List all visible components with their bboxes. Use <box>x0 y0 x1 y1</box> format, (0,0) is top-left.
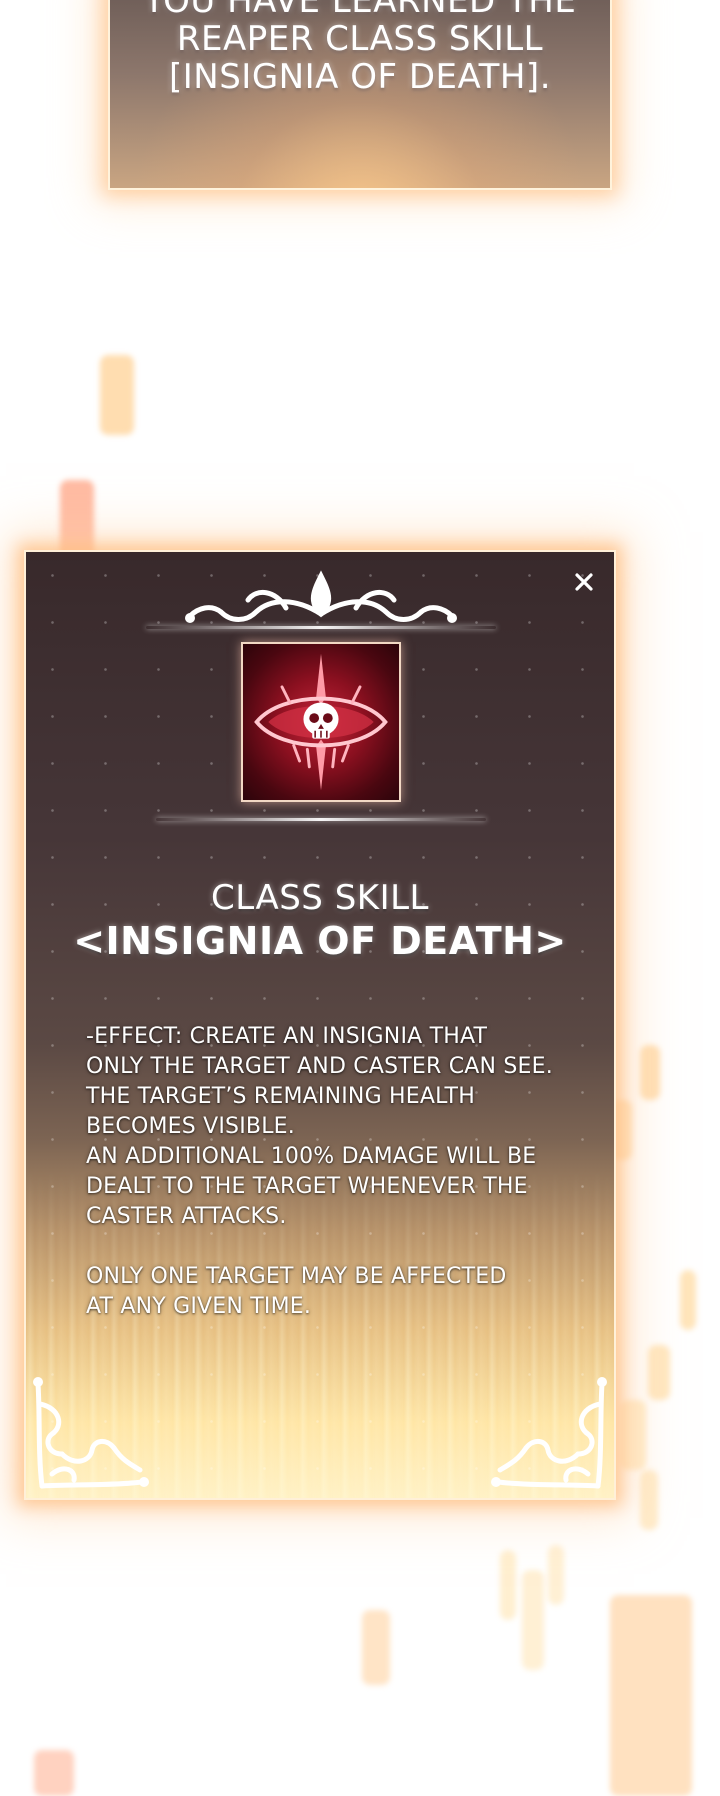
notification-line: [INSIGNIA OF DEATH]. <box>168 57 552 97</box>
close-button[interactable] <box>572 570 596 594</box>
description-line: AN ADDITIONAL 100% DAMAGE WILL BE <box>86 1144 537 1169</box>
glow-particle <box>100 355 134 435</box>
skill-description: -EFFECT: CREATE AN INSIGNIA THAT ONLY TH… <box>86 1022 554 1322</box>
bottom-divider <box>156 818 486 821</box>
top-divider <box>146 626 496 629</box>
corner-ornament-icon <box>33 1377 149 1489</box>
skill-learned-notification: YOU HAVE LEARNED THE REAPER CLASS SKILL … <box>108 0 612 190</box>
skill-name: <INSIGNIA OF DEATH> <box>73 919 567 963</box>
notification-line: REAPER CLASS SKILL <box>176 19 544 59</box>
skill-heading: CLASS SKILL <INSIGNIA OF DEATH> <box>26 877 614 963</box>
description-spacer <box>86 1232 554 1262</box>
glow-particle <box>640 1045 660 1100</box>
description-line: THE TARGET’S REMAINING HEALTH <box>86 1084 475 1109</box>
glow-particle <box>648 1345 670 1400</box>
glow-particle <box>610 1595 692 1796</box>
glow-particle <box>680 1270 696 1330</box>
description-line: CASTER ATTACKS. <box>86 1204 287 1229</box>
description-line: DEALT TO THE TARGET WHENEVER THE <box>86 1174 528 1199</box>
skill-icon-frame <box>241 642 401 802</box>
glow-particle <box>362 1610 390 1685</box>
notification-message: YOU HAVE LEARNED THE REAPER CLASS SKILL … <box>110 0 610 96</box>
description-line: -EFFECT: CREATE AN INSIGNIA THAT <box>86 1024 488 1049</box>
glow-particle <box>548 1545 564 1605</box>
glow-particle <box>34 1750 74 1796</box>
note-line: AT ANY GIVEN TIME. <box>86 1294 312 1319</box>
glow-particle <box>640 1470 658 1530</box>
corner-ornament-icon <box>491 1377 607 1489</box>
description-line: ONLY THE TARGET AND CASTER CAN SEE. <box>86 1054 553 1079</box>
glow-particle <box>522 1570 544 1670</box>
close-icon <box>575 573 593 591</box>
glow-particle <box>500 1550 516 1620</box>
glow-particle <box>620 1400 646 1470</box>
skill-class-label: CLASS SKILL <box>211 878 429 918</box>
description-line: BECOMES VISIBLE. <box>86 1114 295 1139</box>
skull-eye-insignia-icon <box>254 653 388 791</box>
notification-line: YOU HAVE LEARNED THE <box>143 0 577 21</box>
skill-info-window: CLASS SKILL <INSIGNIA OF DEATH> -EFFECT:… <box>24 550 616 1500</box>
note-line: ONLY ONE TARGET MAY BE AFFECTED <box>86 1264 507 1289</box>
